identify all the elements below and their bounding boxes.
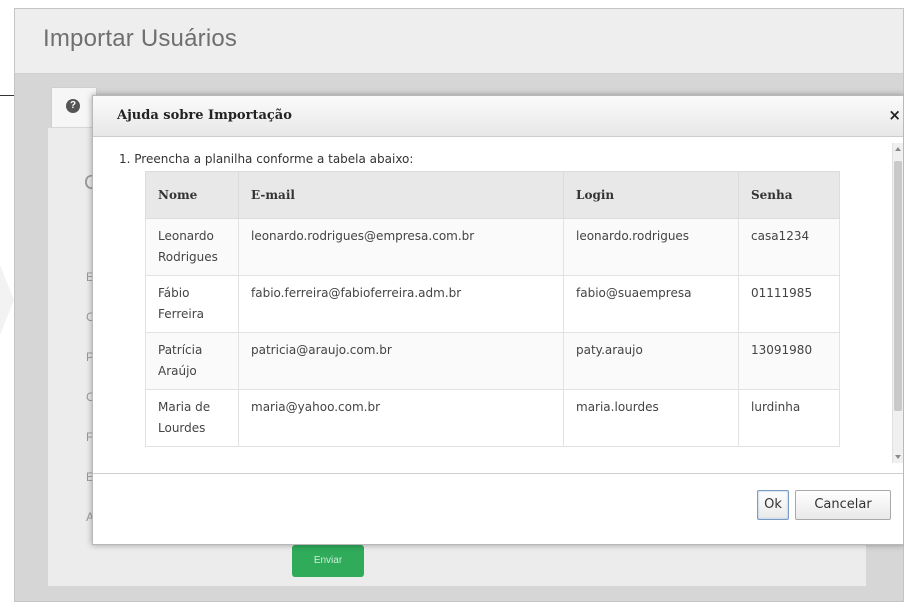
cell-password: lurdinha	[738, 389, 840, 447]
table-row: Maria de Lourdes maria@yahoo.com.br mari…	[145, 389, 840, 447]
send-button[interactable]: Enviar	[292, 545, 364, 577]
cell-email: patricia@araujo.com.br	[238, 332, 564, 390]
dialog-body: 1. Preencha a planilha conforme a tabela…	[93, 137, 903, 475]
cell-email: leonardo.rodrigues@empresa.com.br	[238, 218, 564, 276]
table-row: Patrícia Araújo patricia@araujo.com.br p…	[145, 332, 840, 390]
cell-login: maria.lourdes	[563, 389, 739, 447]
dialog-titlebar[interactable]: Ajuda sobre Importação ×	[93, 96, 903, 137]
cell-password: casa1234	[738, 218, 840, 276]
column-header-login: Login	[563, 171, 739, 219]
cell-name: Leonardo Rodrigues	[145, 218, 239, 276]
window-header: Importar Usuários	[15, 9, 903, 74]
scroll-down-arrow-icon[interactable]	[895, 455, 901, 459]
table-row: Leonardo Rodrigues leonardo.rodrigues@em…	[145, 218, 840, 276]
cell-name: Fábio Ferreira	[145, 275, 239, 333]
dialog-title: Ajuda sobre Importação	[117, 108, 292, 123]
column-header-senha: Senha	[738, 171, 840, 219]
ok-button[interactable]: Ok	[757, 490, 789, 520]
close-icon[interactable]: ×	[888, 106, 901, 124]
vertical-scrollbar[interactable]	[892, 143, 903, 463]
help-tab[interactable]: ?	[51, 87, 97, 129]
question-icon: ?	[66, 99, 80, 113]
users-table: Nome E-mail Login Senha Leonardo Rodrigu…	[145, 171, 840, 447]
cancel-button[interactable]: Cancelar	[795, 490, 891, 520]
cell-name: Maria de Lourdes	[145, 389, 239, 447]
table-row: Fábio Ferreira fabio.ferreira@fabioferre…	[145, 275, 840, 333]
cell-login: paty.araujo	[563, 332, 739, 390]
column-header-nome: Nome	[145, 171, 239, 219]
instruction-text: 1. Preencha a planilha conforme a tabela…	[119, 152, 414, 166]
cell-name: Patrícia Araújo	[145, 332, 239, 390]
cell-password: 13091980	[738, 332, 840, 390]
import-help-dialog: Ajuda sobre Importação × 1. Preencha a p…	[92, 95, 904, 545]
cell-email: maria@yahoo.com.br	[238, 389, 564, 447]
column-header-email: E-mail	[238, 171, 564, 219]
cell-email: fabio.ferreira@fabioferreira.adm.br	[238, 275, 564, 333]
scroll-thumb[interactable]	[894, 161, 902, 411]
table-header-row: Nome E-mail Login Senha	[145, 171, 840, 219]
cell-password: 01111985	[738, 275, 840, 333]
chevron-decoration	[0, 240, 14, 360]
cell-login: leonardo.rodrigues	[563, 218, 739, 276]
page-title: Importar Usuários	[43, 25, 238, 52]
scroll-up-arrow-icon[interactable]	[895, 147, 901, 151]
dialog-footer: Ok Cancelar	[93, 473, 903, 544]
cell-login: fabio@suaempresa	[563, 275, 739, 333]
